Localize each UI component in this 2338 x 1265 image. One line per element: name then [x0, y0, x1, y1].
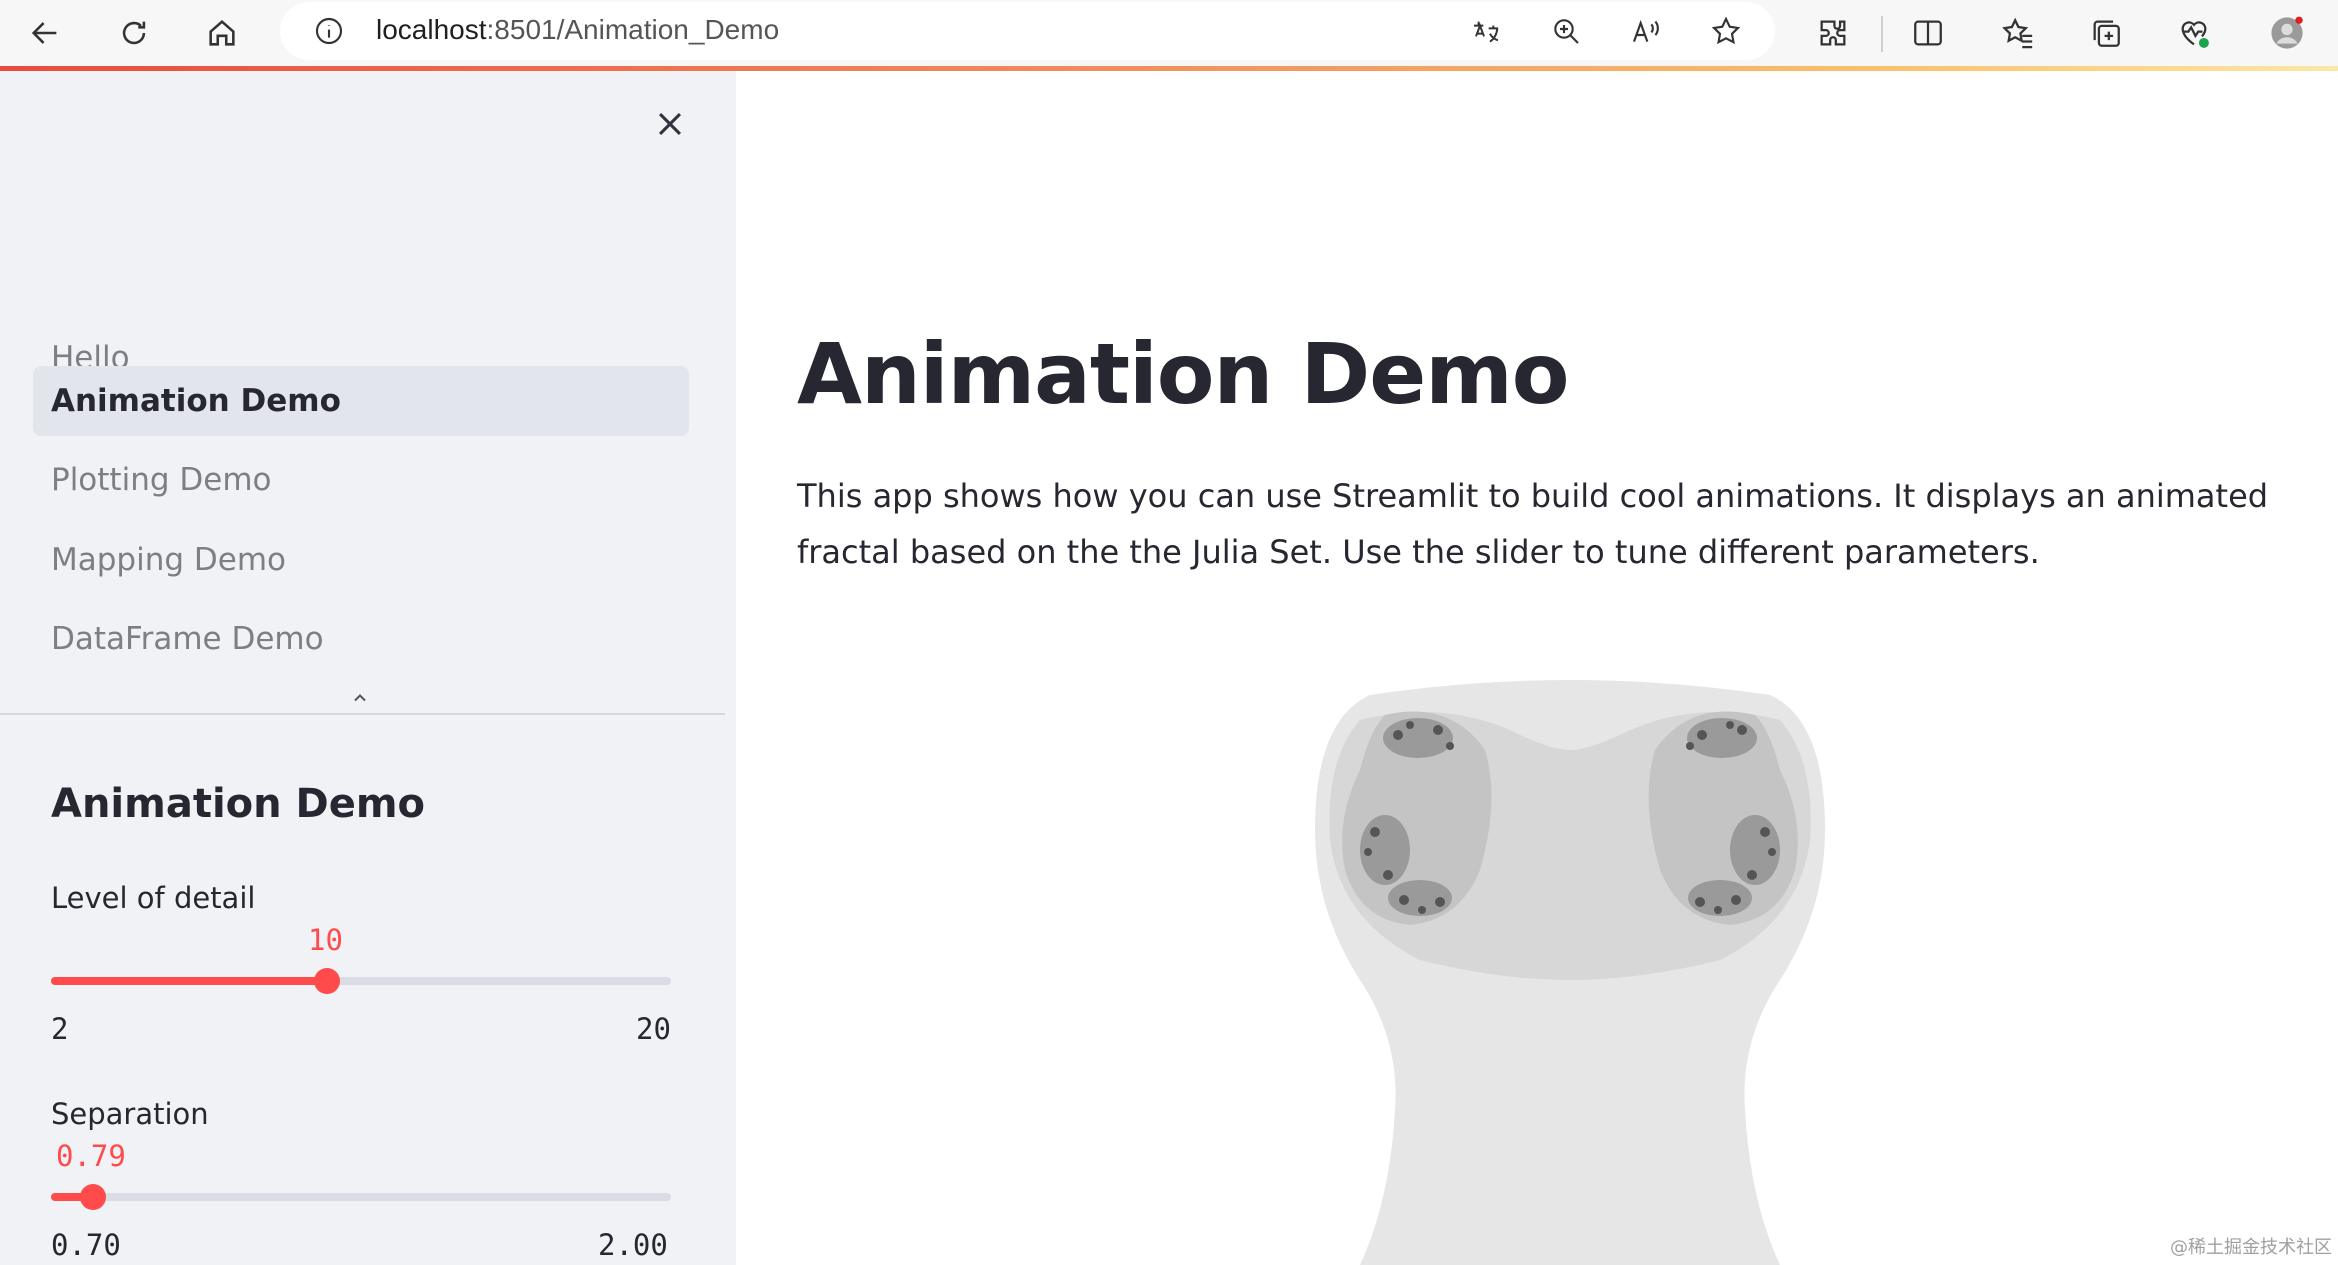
sidebar-nav-mapping-demo[interactable]: Mapping Demo	[33, 525, 689, 595]
slider-fill	[51, 977, 327, 985]
url-host: localhost	[376, 14, 487, 45]
close-sidebar-icon[interactable]	[645, 99, 695, 149]
sidebar: Hello Animation Demo Plotting Demo Mappi…	[0, 71, 736, 1265]
page-description: This app shows how you can use Streamlit…	[797, 477, 2269, 571]
zoom-icon[interactable]	[1543, 8, 1589, 54]
browser-toolbar: localhost:8501/Animation_Demo	[0, 0, 2338, 70]
url-path: :8501/Animation_Demo	[486, 14, 780, 45]
slider-value-separation: 0.79	[56, 1139, 126, 1173]
slider-label-level-of-detail: Level of detail	[51, 881, 256, 915]
slider-thumb-level-of-detail[interactable]	[314, 968, 340, 994]
slider-max-level-of-detail: 20	[636, 1012, 671, 1046]
slider-value-level-of-detail: 10	[308, 923, 343, 957]
extensions-icon[interactable]	[1808, 8, 1858, 58]
split-screen-icon[interactable]	[1903, 8, 1953, 58]
collections-icon[interactable]	[2081, 8, 2131, 58]
url-text[interactable]: localhost:8501/Animation_Demo	[376, 14, 779, 46]
address-bar[interactable]: localhost:8501/Animation_Demo	[280, 2, 1775, 60]
info-icon[interactable]	[306, 8, 352, 54]
slider-min-level-of-detail: 2	[51, 1012, 69, 1046]
slider-thumb-separation[interactable]	[80, 1184, 106, 1210]
sidebar-divider	[0, 713, 725, 715]
slider-max-separation: 2.00	[598, 1228, 668, 1262]
sidebar-nav-dataframe-demo[interactable]: DataFrame Demo	[33, 604, 689, 674]
page-title: Animation Demo	[797, 325, 1569, 423]
julia-set-fractal-image	[1315, 680, 1825, 1265]
slider-track-separation[interactable]	[51, 1184, 671, 1210]
sidebar-section-title: Animation Demo	[51, 781, 426, 827]
favorites-icon[interactable]	[1993, 8, 2043, 58]
sidebar-nav-animation-demo[interactable]: Animation Demo	[33, 366, 689, 436]
slider-min-separation: 0.70	[51, 1228, 121, 1262]
back-icon[interactable]	[20, 8, 70, 58]
watermark: @稀土掘金技术社区	[2170, 1237, 2332, 1258]
slider-label-separation: Separation	[51, 1097, 209, 1131]
read-aloud-icon[interactable]	[1623, 8, 1669, 54]
chevron-up-icon[interactable]	[348, 686, 372, 710]
performance-icon[interactable]	[2169, 8, 2219, 58]
sidebar-nav-plotting-demo[interactable]: Plotting Demo	[33, 445, 689, 515]
slider-track-level-of-detail[interactable]	[51, 968, 671, 994]
refresh-icon[interactable]	[109, 8, 159, 58]
toolbar-divider	[1881, 16, 1883, 52]
favorite-star-icon[interactable]	[1703, 8, 1749, 54]
translate-icon[interactable]	[1463, 8, 1509, 54]
home-icon[interactable]	[197, 8, 247, 58]
profile-avatar[interactable]	[2262, 8, 2312, 58]
